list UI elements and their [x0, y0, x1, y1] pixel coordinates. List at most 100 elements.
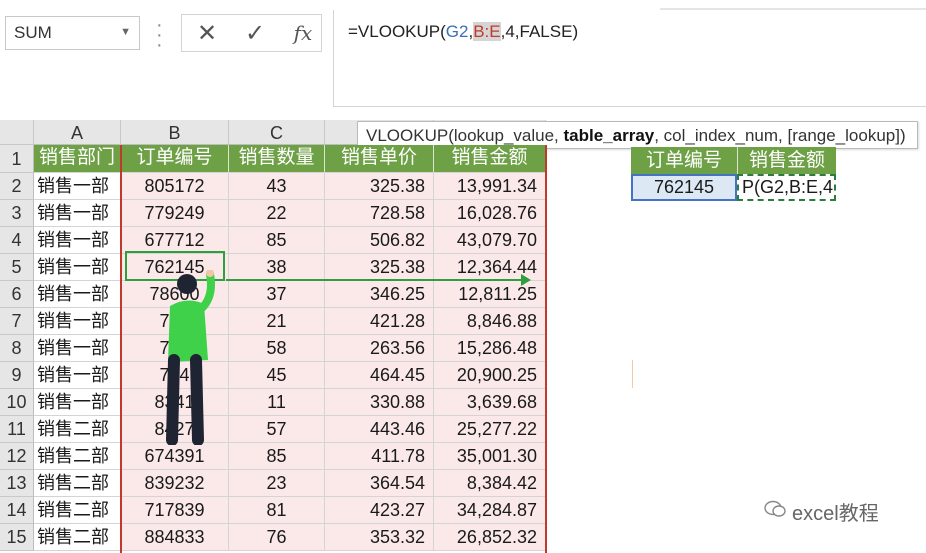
insert-function-icon[interactable]: fx	[282, 14, 324, 52]
header-cell-qty[interactable]: 销售数量	[229, 145, 325, 173]
table-cell-price[interactable]: 325.38	[325, 173, 434, 200]
table-cell-amount[interactable]: 8,846.88	[434, 308, 546, 335]
row-header[interactable]: 10	[0, 389, 34, 416]
table-cell-price[interactable]: 443.46	[325, 416, 434, 443]
table-cell-price[interactable]: 464.45	[325, 362, 434, 389]
lookup-header-amount[interactable]: 销售金额	[737, 147, 836, 174]
table-cell-dept[interactable]: 销售一部	[34, 389, 121, 416]
table-cell-amount[interactable]: 16,028.76	[434, 200, 546, 227]
name-box[interactable]: SUM ▼	[5, 16, 140, 50]
formula-ref-g2: G2	[445, 22, 469, 41]
header-cell-dept[interactable]: 销售部门	[34, 145, 121, 173]
table-cell-order[interactable]: 717839	[121, 497, 229, 524]
table-cell-dept[interactable]: 销售一部	[34, 173, 121, 200]
table-cell-qty[interactable]: 45	[229, 362, 325, 389]
row-header[interactable]: 11	[0, 416, 34, 443]
table-cell-qty[interactable]: 22	[229, 200, 325, 227]
table-cell-price[interactable]: 330.88	[325, 389, 434, 416]
table-cell-dept[interactable]: 销售一部	[34, 281, 121, 308]
row-header[interactable]: 1	[0, 145, 34, 173]
column-header-c[interactable]: C	[229, 120, 325, 145]
table-cell-price[interactable]: 364.54	[325, 470, 434, 497]
row-header[interactable]: 7	[0, 308, 34, 335]
row-header[interactable]: 6	[0, 281, 34, 308]
table-cell-amount[interactable]: 15,286.48	[434, 335, 546, 362]
table-cell-amount[interactable]: 35,001.30	[434, 443, 546, 470]
table-cell-price[interactable]: 346.25	[325, 281, 434, 308]
table-cell-price[interactable]: 353.32	[325, 524, 434, 551]
table-cell-dept[interactable]: 销售一部	[34, 227, 121, 254]
table-cell-dept[interactable]: 销售一部	[34, 362, 121, 389]
header-cell-amount[interactable]: 销售金额	[434, 145, 546, 173]
table-cell-dept[interactable]: 销售一部	[34, 335, 121, 362]
row-header[interactable]: 8	[0, 335, 34, 362]
row-header[interactable]: 4	[0, 227, 34, 254]
table-cell-order[interactable]: 805172	[121, 173, 229, 200]
table-cell-amount[interactable]: 20,900.25	[434, 362, 546, 389]
table-cell-dept[interactable]: 销售二部	[34, 497, 121, 524]
table-cell-order[interactable]: 839232	[121, 470, 229, 497]
table-cell-amount[interactable]: 34,284.87	[434, 497, 546, 524]
table-cell-qty[interactable]: 58	[229, 335, 325, 362]
table-cell-price[interactable]: 325.38	[325, 254, 434, 281]
lookup-result-cell[interactable]: P(G2,B:E,4,	[737, 174, 836, 201]
table-cell-dept[interactable]: 销售二部	[34, 416, 121, 443]
column-header-b[interactable]: B	[121, 120, 229, 145]
table-cell-amount[interactable]: 43,079.70	[434, 227, 546, 254]
table-cell-order[interactable]: 779249	[121, 200, 229, 227]
formula-suffix: ,4,FALSE)	[500, 22, 579, 41]
table-cell-price[interactable]: 263.56	[325, 335, 434, 362]
lookup-header-order[interactable]: 订单编号	[631, 147, 737, 174]
table-cell-price[interactable]: 423.27	[325, 497, 434, 524]
row-header[interactable]: 14	[0, 497, 34, 524]
enter-icon[interactable]: ✓	[234, 14, 276, 52]
table-cell-dept[interactable]: 销售二部	[34, 524, 121, 551]
cancel-icon[interactable]: ✕	[186, 14, 228, 52]
table-cell-dept[interactable]: 销售一部	[34, 254, 121, 281]
row-header[interactable]: 13	[0, 470, 34, 497]
table-cell-qty[interactable]: 11	[229, 389, 325, 416]
header-cell-order[interactable]: 订单编号	[121, 145, 229, 173]
table-cell-order[interactable]: 674391	[121, 443, 229, 470]
formula-input[interactable]: =VLOOKUP(G2,B:E,4,FALSE)	[333, 10, 926, 107]
chevron-down-icon[interactable]: ▼	[120, 26, 131, 38]
table-cell-amount[interactable]: 26,852.32	[434, 524, 546, 551]
row-header[interactable]: 3	[0, 200, 34, 227]
select-all-corner[interactable]	[0, 120, 34, 145]
drag-handle-icon[interactable]: · · ·	[156, 15, 166, 55]
cursor-marker	[632, 360, 633, 388]
table-cell-order[interactable]: 677712	[121, 227, 229, 254]
table-cell-qty[interactable]: 38	[229, 254, 325, 281]
table-cell-amount[interactable]: 25,277.22	[434, 416, 546, 443]
table-cell-qty[interactable]: 81	[229, 497, 325, 524]
column-header-a[interactable]: A	[34, 120, 121, 145]
table-cell-dept[interactable]: 销售一部	[34, 200, 121, 227]
table-cell-qty[interactable]: 21	[229, 308, 325, 335]
table-cell-qty[interactable]: 43	[229, 173, 325, 200]
header-cell-price[interactable]: 销售单价	[325, 145, 434, 173]
table-cell-qty[interactable]: 85	[229, 443, 325, 470]
table-cell-qty[interactable]: 37	[229, 281, 325, 308]
table-cell-price[interactable]: 411.78	[325, 443, 434, 470]
table-cell-qty[interactable]: 23	[229, 470, 325, 497]
table-cell-amount[interactable]: 13,991.34	[434, 173, 546, 200]
row-header[interactable]: 15	[0, 524, 34, 551]
row-header[interactable]: 5	[0, 254, 34, 281]
table-cell-dept[interactable]: 销售二部	[34, 443, 121, 470]
row-header[interactable]: 12	[0, 443, 34, 470]
table-cell-qty[interactable]: 85	[229, 227, 325, 254]
row-header[interactable]: 9	[0, 362, 34, 389]
table-cell-qty[interactable]: 76	[229, 524, 325, 551]
table-cell-qty[interactable]: 57	[229, 416, 325, 443]
table-cell-dept[interactable]: 销售二部	[34, 470, 121, 497]
table-cell-price[interactable]: 506.82	[325, 227, 434, 254]
table-cell-order[interactable]: 884833	[121, 524, 229, 551]
table-cell-price[interactable]: 728.58	[325, 200, 434, 227]
table-cell-dept[interactable]: 销售一部	[34, 308, 121, 335]
table-cell-amount[interactable]: 3,639.68	[434, 389, 546, 416]
lookup-value-cell[interactable]: 762145	[631, 174, 737, 201]
table-cell-amount[interactable]: 8,384.42	[434, 470, 546, 497]
row-header[interactable]: 2	[0, 173, 34, 200]
table-cell-price[interactable]: 421.28	[325, 308, 434, 335]
range-border-right	[545, 145, 547, 553]
